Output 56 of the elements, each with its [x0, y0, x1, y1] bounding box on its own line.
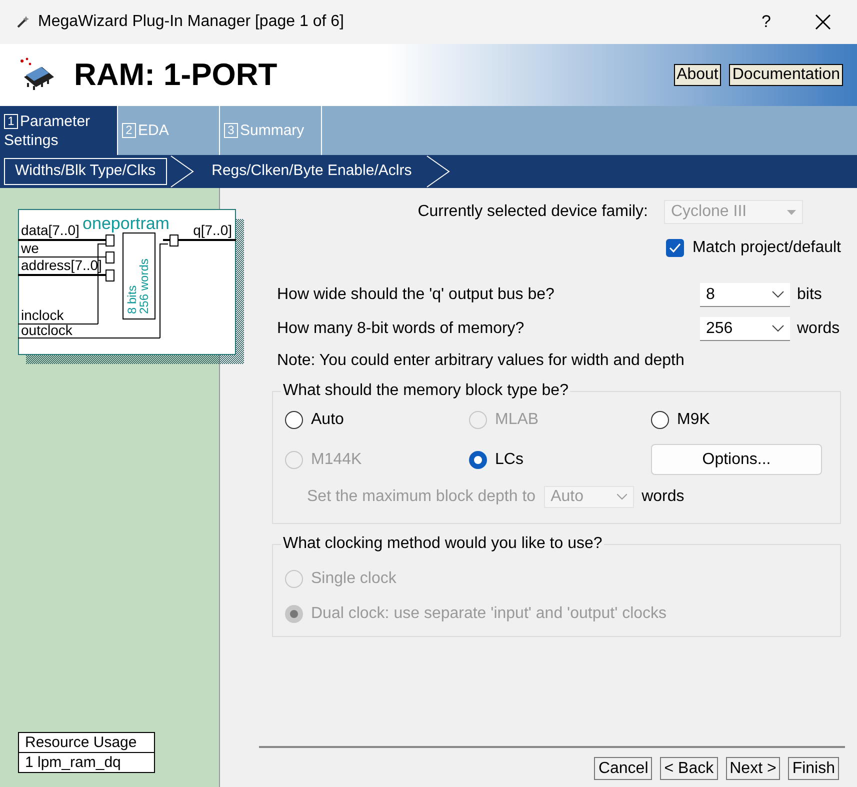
radio-label: M144K [311, 450, 362, 470]
port-label: data[7..0] [21, 222, 80, 238]
diagram-title: oneportram [82, 214, 170, 233]
checkmark-icon [669, 243, 682, 253]
radio-label: Auto [311, 410, 344, 430]
radio-button[interactable] [651, 411, 669, 429]
caret-icon [787, 210, 796, 214]
width-label: How wide should the 'q' output bus be? [277, 285, 554, 305]
group-legend: What clocking method would you like to use? [281, 534, 604, 554]
caret-icon [772, 325, 784, 332]
wizard-title: RAM: 1-PORT [74, 56, 278, 94]
max-depth-unit: words [642, 487, 684, 507]
chevron-icon [424, 155, 451, 188]
caret-icon [772, 291, 784, 298]
group-legend: What should the memory block type be? [281, 381, 570, 401]
header-button[interactable]: Documentation [729, 64, 843, 86]
options-button[interactable]: Options... [651, 444, 822, 475]
step-tab[interactable]: Widths/Blk Type/Clks [4, 158, 167, 185]
device-family-label: Currently selected device family: [418, 202, 648, 222]
match-project-label: Match project/default [692, 238, 841, 258]
depth-dropdown[interactable]: 256 [700, 317, 790, 341]
width-dropdown[interactable]: 8 [700, 283, 790, 307]
radio-label: Single clock [311, 569, 396, 589]
port-label: inclock [21, 307, 64, 323]
chevron-icon [168, 155, 195, 188]
close-icon[interactable] [815, 14, 831, 30]
wand-icon [16, 15, 30, 29]
radio-label: MLAB [495, 410, 539, 430]
help-button[interactable]: ? [756, 8, 777, 36]
wizard-button[interactable]: Next > [726, 757, 780, 780]
width-unit: bits [797, 285, 823, 305]
wizard-tab[interactable]: 1 Parameter Settings [0, 106, 118, 155]
depth-label: How many 8-bit words of memory? [277, 319, 524, 339]
radio-label: LCs [495, 450, 524, 470]
memory-label: 256 words [137, 258, 151, 314]
match-project-checkbox[interactable] [666, 239, 684, 257]
radio-button[interactable] [469, 450, 487, 468]
depth-unit: words [797, 319, 841, 339]
header-button[interactable]: About [674, 64, 722, 86]
wizard-button[interactable]: Finish [788, 757, 839, 780]
note-text: Note: You could enter arbitrary values for width and depth [277, 351, 686, 371]
radio-label: Dual clock: use separate 'input' and 'output' clocks [311, 604, 667, 624]
port-label: we [21, 240, 39, 256]
table-header: Resource Usage [19, 733, 154, 753]
radio-button[interactable] [285, 411, 303, 429]
memory-label: 8 bits [125, 285, 139, 314]
port-label: q[7..0] [193, 222, 232, 238]
caret-icon [616, 494, 627, 500]
max-depth-label: Set the maximum block depth to [307, 487, 536, 507]
radio-label: M9K [677, 410, 710, 430]
window-title: MegaWizard Plug-In Manager [page 1 of 6] [38, 12, 344, 32]
table-cell-text: 1 lpm_ram_dq [24, 753, 122, 772]
wizard-button[interactable]: Cancel [594, 757, 652, 780]
port-label: outclock [21, 322, 72, 338]
wizard-button[interactable]: < Back [660, 757, 718, 780]
step-tab[interactable]: Regs/Clken/Byte Enable/Aclrs [200, 158, 423, 185]
